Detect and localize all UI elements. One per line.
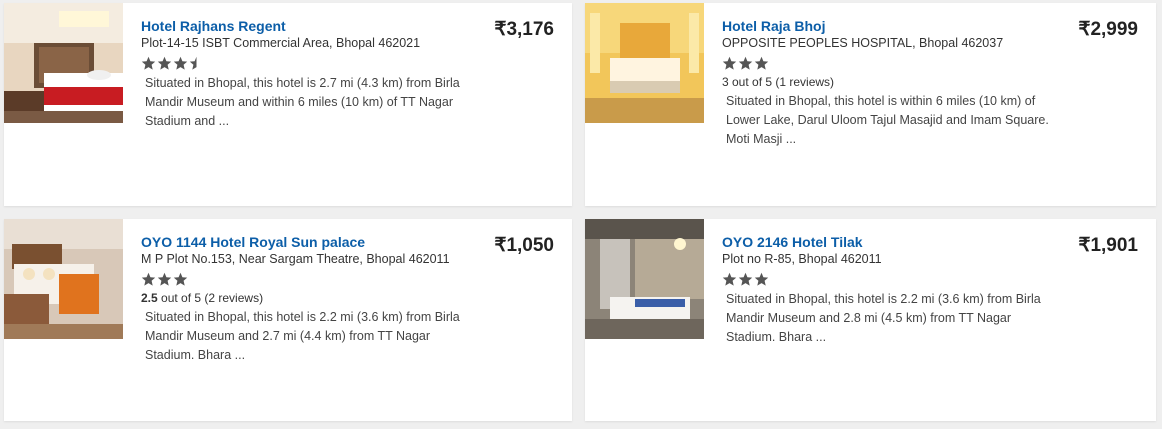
review-count: out of 5 (2 reviews) <box>157 291 264 305</box>
hotel-card[interactable]: Hotel Rajhans Regent Plot-14-15 ISBT Com… <box>4 3 572 206</box>
hotel-photo[interactable] <box>585 3 704 123</box>
star-icon <box>738 272 753 286</box>
hotel-name-link[interactable]: Hotel Raja Bhoj <box>722 17 1062 35</box>
star-icon <box>157 272 172 286</box>
hotel-price: ₹2,999 <box>1078 19 1138 40</box>
hotel-price: ₹1,901 <box>1078 235 1138 256</box>
hotel-photo[interactable] <box>4 219 123 339</box>
hotel-description: Situated in Bhopal, this hotel is 2.7 mi… <box>145 76 460 128</box>
star-rating <box>141 56 481 72</box>
star-icon <box>738 56 753 70</box>
star-icon <box>754 272 769 286</box>
hotel-description: Situated in Bhopal, this hotel is within… <box>726 94 1049 146</box>
star-rating <box>722 56 1062 72</box>
hotel-price: ₹1,050 <box>494 235 554 256</box>
hotel-address: Plot no R-85, Bhopal 462011 <box>722 252 882 266</box>
star-icon <box>173 56 188 70</box>
review-score: 2.5 <box>141 291 158 305</box>
hotel-card[interactable]: Hotel Raja Bhoj OPPOSITE PEOPLES HOSPITA… <box>585 3 1156 206</box>
hotel-name-link[interactable]: OYO 2146 Hotel Tilak <box>722 233 1062 251</box>
star-icon <box>141 272 156 286</box>
star-icon <box>141 56 156 70</box>
hotel-address: Plot-14-15 ISBT Commercial Area, Bhopal … <box>141 36 421 50</box>
hotel-photo[interactable] <box>4 3 123 123</box>
hotel-card[interactable]: OYO 1144 Hotel Royal Sun palace M P Plot… <box>4 219 572 421</box>
star-icon <box>173 272 188 286</box>
hotel-address: OPPOSITE PEOPLES HOSPITAL, Bhopal 462037 <box>722 36 1004 50</box>
star-rating <box>141 272 481 288</box>
hotel-card[interactable]: OYO 2146 Hotel Tilak Plot no R-85, Bhopa… <box>585 219 1156 421</box>
star-icon <box>722 56 737 70</box>
review-summary: 3 out of 5 (1 reviews) <box>722 75 835 89</box>
hotel-description: Situated in Bhopal, this hotel is 2.2 mi… <box>145 310 460 362</box>
star-icon <box>157 56 172 70</box>
hotel-name-link[interactable]: Hotel Rajhans Regent <box>141 17 481 35</box>
star-icon <box>754 56 769 70</box>
hotel-price: ₹3,176 <box>494 19 554 40</box>
half-star-icon <box>189 56 197 70</box>
hotel-address: M P Plot No.153, Near Sargam Theatre, Bh… <box>141 252 450 266</box>
review-summary: 2.5 out of 5 (2 reviews) <box>141 290 481 306</box>
hotel-photo[interactable] <box>585 219 704 339</box>
hotel-name-link[interactable]: OYO 1144 Hotel Royal Sun palace <box>141 233 481 251</box>
star-icon <box>722 272 737 286</box>
star-rating <box>722 272 1062 288</box>
hotel-description: Situated in Bhopal, this hotel is 2.2 mi… <box>726 292 1041 344</box>
